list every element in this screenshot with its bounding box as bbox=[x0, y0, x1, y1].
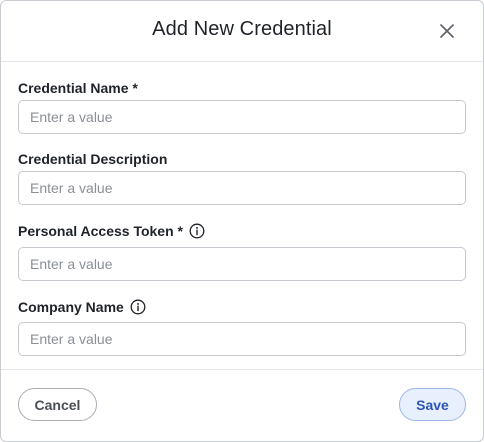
credential-name-label: Credential Name * bbox=[18, 80, 138, 96]
credential-description-input[interactable] bbox=[18, 171, 466, 205]
personal-access-token-input[interactable] bbox=[18, 247, 466, 281]
add-credential-dialog: Add New Credential Credential Name * Cre… bbox=[0, 0, 484, 442]
dialog-header: Add New Credential bbox=[1, 1, 483, 62]
company-name-input[interactable] bbox=[18, 322, 466, 356]
credential-description-label-text: Credential Description bbox=[18, 151, 168, 167]
personal-access-token-label-text: Personal Access Token * bbox=[18, 223, 183, 239]
personal-access-token-label: Personal Access Token * bbox=[18, 223, 205, 239]
credential-description-label: Credential Description bbox=[18, 151, 167, 167]
dialog-footer: Cancel Save bbox=[1, 369, 483, 441]
company-name-label: Company Name bbox=[18, 299, 146, 315]
company-name-label-text: Company Name bbox=[18, 299, 124, 315]
info-icon[interactable] bbox=[189, 223, 205, 239]
credential-name-label-text: Credential Name * bbox=[18, 80, 138, 96]
credential-name-input[interactable] bbox=[18, 100, 466, 134]
dialog-title: Add New Credential bbox=[152, 18, 332, 40]
cancel-button[interactable]: Cancel bbox=[18, 388, 97, 421]
dialog-body: Credential Name * Credential Description… bbox=[1, 62, 483, 370]
save-button[interactable]: Save bbox=[399, 388, 466, 421]
close-button[interactable] bbox=[437, 21, 457, 41]
close-icon bbox=[440, 24, 454, 38]
info-icon[interactable] bbox=[130, 299, 146, 315]
